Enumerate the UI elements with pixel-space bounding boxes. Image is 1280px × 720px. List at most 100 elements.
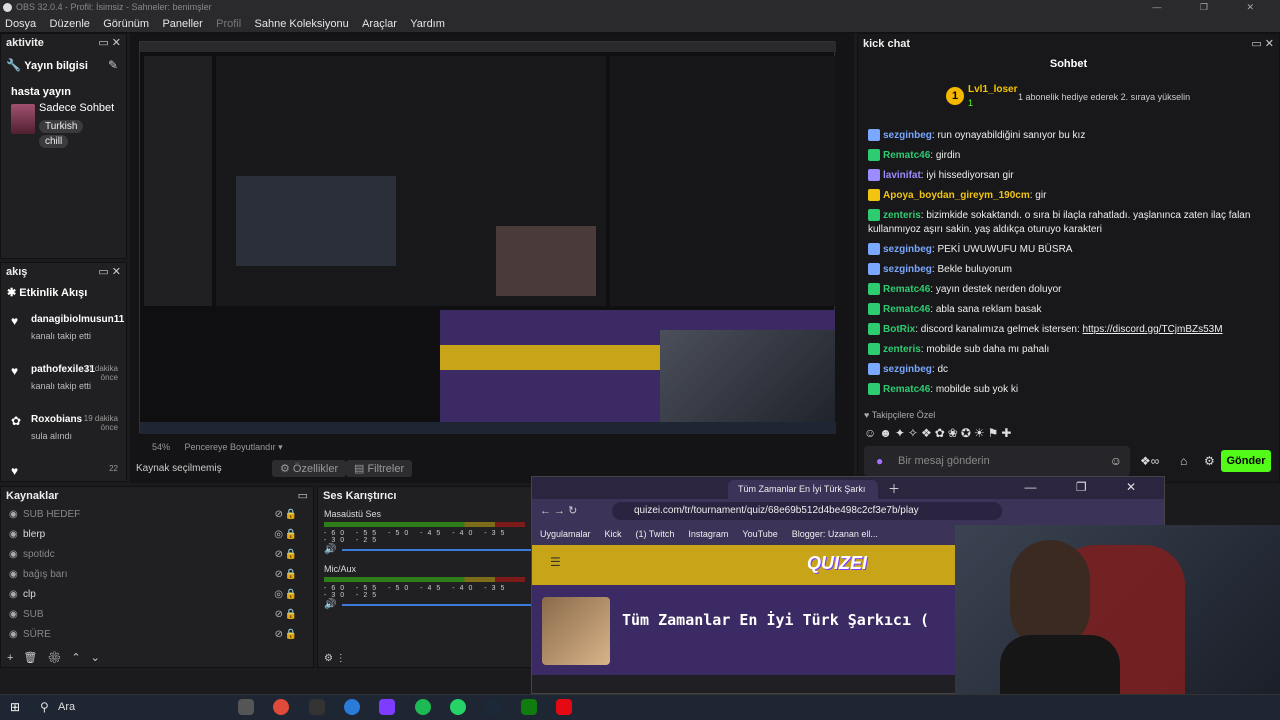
pinned-gift-banner[interactable]: 1 Lvl1_loser 1 1 abonelik hediye ederek … [858,80,1279,126]
volume-slider[interactable]: 🔊 [324,599,532,611]
windows-start-icon[interactable]: ⊞ [10,700,20,714]
lock-icon[interactable]: 🔒 [285,505,297,525]
source-row[interactable]: ◉ bağış barı ⊘ 🔒 [1,565,313,585]
dock-controls[interactable]: ▭ ✕ [1251,34,1274,54]
menu-help[interactable]: Yardım [405,15,450,33]
chat-username[interactable]: sezginbeg [883,364,932,375]
user-badge-icon [868,283,880,296]
lock-icon[interactable]: 🔒 [285,585,297,605]
eye-icon[interactable]: ◎ [274,585,283,605]
taskbar-search-label[interactable]: Ara [58,701,75,713]
hamburger-menu-icon[interactable]: ☰ [550,555,561,569]
spotify-icon[interactable] [414,699,431,715]
chat-message-list[interactable]: sezginbeg: run oynayabildiğini sanıyor b… [858,126,1279,411]
chat-username[interactable]: sezginbeg [883,130,932,141]
send-button[interactable]: Gönder [1221,450,1271,472]
edge-icon[interactable] [344,699,361,715]
source-row[interactable]: ◉ blerp ◎ 🔒 [1,525,313,545]
chat-username[interactable]: lavinifat [883,170,921,181]
eye-off-icon[interactable]: ⊘ [275,565,283,585]
chat-link[interactable]: https://discord.gg/TCjmBZs53M [1083,324,1223,335]
source-row[interactable]: ◉ clp ◎ 🔒 [1,585,313,605]
chat-username[interactable]: Apoya_boydan_gireym_190cm [883,190,1030,201]
emoji-icon[interactable]: ☺ [1110,454,1122,468]
discord-icon[interactable] [379,699,396,715]
chat-username[interactable]: Rematc46 [883,304,930,315]
wrench-icon: 🔧 [6,58,21,72]
bookmark-item[interactable]: (1) Twitch [636,529,675,539]
site-logo[interactable]: QUIZEI [807,553,867,574]
source-row[interactable]: ◉ SÜRE ⊘ 🔒 [1,625,313,645]
browser-window-controls[interactable]: — ❐ ✕ [1025,480,1154,494]
volume-slider[interactable]: 🔊 [324,544,532,556]
chat-username[interactable]: zenteris [883,210,921,221]
lock-icon[interactable]: 🔒 [285,565,297,585]
window-controls[interactable]: — ❐ ✕ [1152,0,1272,15]
fit-window-label[interactable]: Pencereye Boyutlandır [185,442,276,452]
chat-username[interactable]: Rematc46 [883,150,930,161]
menu-file[interactable]: Dosya [0,15,41,33]
dock-controls[interactable]: ▭ ✕ [98,34,121,52]
sources-toolbar[interactable]: +🗑⚙⌃⌄ [7,651,110,664]
mic-icon[interactable]: ● [876,454,883,468]
source-row[interactable]: ◉ spotidc ⊘ 🔒 [1,545,313,565]
source-row[interactable]: ◉ SUB ⊘ 🔒 [1,605,313,625]
bookmark-item[interactable]: Uygulamalar [540,529,591,539]
new-tab-button[interactable]: ＋ [888,480,900,497]
dock-controls[interactable]: ▭ [298,487,308,505]
menu-scene-collection[interactable]: Sahne Koleksiyonu [250,15,354,33]
pinned-count: 1 [968,98,974,108]
task-view-icon[interactable] [238,699,254,715]
menu-view[interactable]: Görünüm [98,15,154,33]
eye-off-icon[interactable]: ⊘ [275,505,283,525]
menu-docks[interactable]: Paneller [157,15,207,33]
chat-input-box[interactable]: ● Bir mesaj gönderin ☺ [864,446,1130,476]
emote-row[interactable]: ☺☻✦✧❖✿❀✪☀⚑✚ [864,426,1014,440]
browser-tab[interactable]: Tüm Zamanlar En İyi Türk Şarkı [728,480,878,499]
chat-username[interactable]: BotRix [883,324,915,335]
eye-off-icon[interactable]: ⊘ [275,605,283,625]
lock-icon[interactable]: 🔒 [285,605,297,625]
xbox-icon[interactable] [520,699,537,715]
lock-icon[interactable]: 🔒 [285,545,297,565]
chat-username[interactable]: Rematc46 [883,384,930,395]
search-icon[interactable]: ⚲ [40,700,49,714]
filters-button[interactable]: ▤ Filtreler [346,460,413,477]
source-row[interactable]: ◉ SUB HEDEF ⊘ 🔒 [1,505,313,525]
menu-profile[interactable]: Profil [211,15,246,33]
bookmark-item[interactable]: Kick [605,529,622,539]
whatsapp-icon[interactable] [450,699,467,715]
mixer-menu-icon[interactable]: ⚙ ⋮ [324,653,346,664]
chat-username[interactable]: zenteris [883,344,921,355]
chat-username[interactable]: sezginbeg [883,244,932,255]
bookmark-item[interactable]: Instagram [688,529,728,539]
bookmark-item[interactable]: Blogger: Uzanan ell... [792,529,878,539]
scene-preview[interactable]: 54% Pencereye Boyutlandır ▾ Kaynak seçil… [130,33,854,483]
edit-pencil-icon[interactable]: ✎ [108,58,118,72]
steam-icon[interactable] [485,699,502,715]
lock-icon[interactable]: 🔒 [285,625,297,645]
settings-gear-icon[interactable]: ⚙ [1204,454,1215,468]
browser-nav-icon[interactable]: ← → ↻ [540,504,577,517]
sources-list[interactable]: ◉ SUB HEDEF ⊘ 🔒 ◉ blerp ◎ 🔒 ◉ spotidc ⊘ 🔒 ◉ bağış bar… [1,505,313,645]
dock-controls[interactable]: ▭ ✕ [98,263,121,281]
speaker-icon[interactable]: 🔊 [324,599,336,610]
bits-icon[interactable]: ❖∞ [1140,454,1159,468]
netflix-icon[interactable] [556,699,573,715]
properties-button[interactable]: ⚙ Özellikler [272,460,347,477]
speaker-icon[interactable]: 🔊 [324,544,336,555]
eye-off-icon[interactable]: ⊘ [275,625,283,645]
obs-icon[interactable] [308,699,325,715]
chat-username[interactable]: Rematc46 [883,284,930,295]
eye-off-icon[interactable]: ⊘ [275,545,283,565]
preview-zoom-row[interactable]: 54% Pencereye Boyutlandır ▾ [152,442,283,453]
menu-edit[interactable]: Düzenle [45,15,95,33]
chrome-icon[interactable] [273,699,290,715]
url-field[interactable]: quizei.com/tr/tournament/quiz/68e69b512d… [612,502,1002,520]
bookmark-item[interactable]: YouTube [742,529,777,539]
store-icon[interactable]: ⌂ [1180,454,1187,468]
menu-tools[interactable]: Araçlar [357,15,402,33]
lock-icon[interactable]: 🔒 [285,525,297,545]
eye-icon[interactable]: ◎ [274,525,283,545]
chat-username[interactable]: sezginbeg [883,264,932,275]
